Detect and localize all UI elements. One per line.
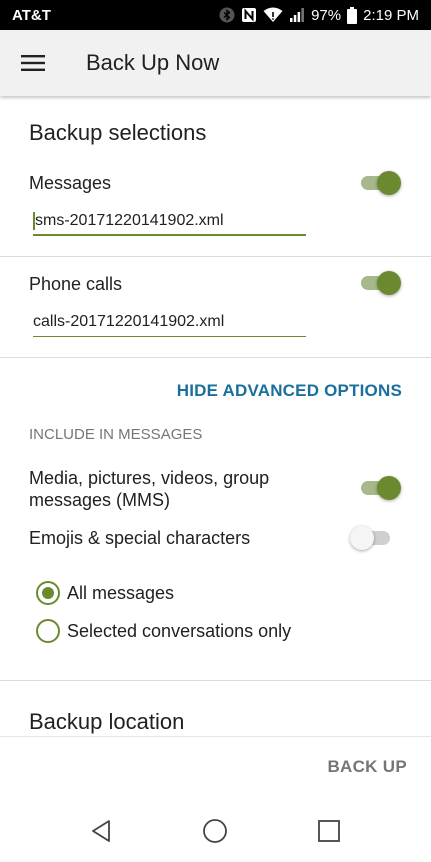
status-time: 2:19 PM (363, 6, 419, 24)
app-bar: Back Up Now (0, 30, 431, 96)
backup-selections-title: Backup selections (29, 120, 207, 145)
action-bar: BACK UP (0, 736, 431, 800)
messages-label: Messages (29, 173, 112, 193)
bluetooth-icon (219, 7, 235, 23)
page-title: Back Up Now (86, 50, 220, 75)
toggle-thumb (377, 271, 401, 295)
back-up-button[interactable]: BACK UP (327, 757, 407, 777)
mms-label: Media, pictures, videos, group messages … (29, 467, 269, 511)
phone-calls-toggle[interactable] (359, 270, 401, 296)
messages-filename-field[interactable]: sms-20171220141902.xml (33, 208, 306, 236)
selected-conversations-radio[interactable] (36, 619, 60, 643)
toggle-thumb (350, 526, 374, 550)
toggle-thumb (377, 171, 401, 195)
include-in-messages-header: INCLUDE IN MESSAGES (29, 426, 203, 443)
status-bar: AT&T 97% 2:19 PM (0, 0, 431, 30)
hamburger-menu-icon[interactable] (0, 30, 66, 96)
nfc-icon (241, 7, 257, 23)
mms-label-line1: Media, pictures, videos, group (29, 468, 270, 488)
calls-filename-field[interactable]: calls-20171220141902.xml (33, 309, 306, 337)
phone-calls-label: Phone calls (29, 274, 123, 294)
backup-location-title: Backup location (29, 709, 185, 734)
hide-advanced-options-button[interactable]: HIDE ADVANCED OPTIONS (177, 381, 402, 401)
settings-content[interactable]: Backup selections Messages sms-201712201… (0, 96, 431, 736)
calls-filename-value: calls-20171220141902.xml (33, 313, 225, 330)
all-messages-radio[interactable] (36, 581, 60, 605)
emojis-label: Emojis & special characters (29, 528, 251, 548)
signal-icon (289, 7, 305, 23)
status-icons: 97% 2:19 PM (219, 6, 419, 24)
carrier-label: AT&T (12, 6, 51, 24)
back-icon[interactable] (86, 816, 116, 846)
selected-conversations-label[interactable]: Selected conversations only (67, 621, 291, 642)
divider (0, 256, 431, 257)
battery-icon (347, 6, 358, 24)
messages-toggle[interactable] (359, 170, 401, 196)
recents-icon[interactable] (314, 816, 344, 846)
mms-toggle[interactable] (359, 475, 401, 501)
divider (0, 680, 431, 681)
home-icon[interactable] (200, 816, 230, 846)
emojis-toggle[interactable] (350, 525, 394, 551)
mms-label-line2: messages (MMS) (29, 490, 171, 510)
messages-filename-value: sms-20171220141902.xml (35, 212, 224, 229)
system-nav-bar (0, 800, 431, 862)
wifi-icon (263, 7, 283, 23)
divider (0, 357, 431, 358)
all-messages-label[interactable]: All messages (67, 583, 174, 604)
battery-percent: 97% (311, 6, 342, 24)
toggle-thumb (377, 476, 401, 500)
